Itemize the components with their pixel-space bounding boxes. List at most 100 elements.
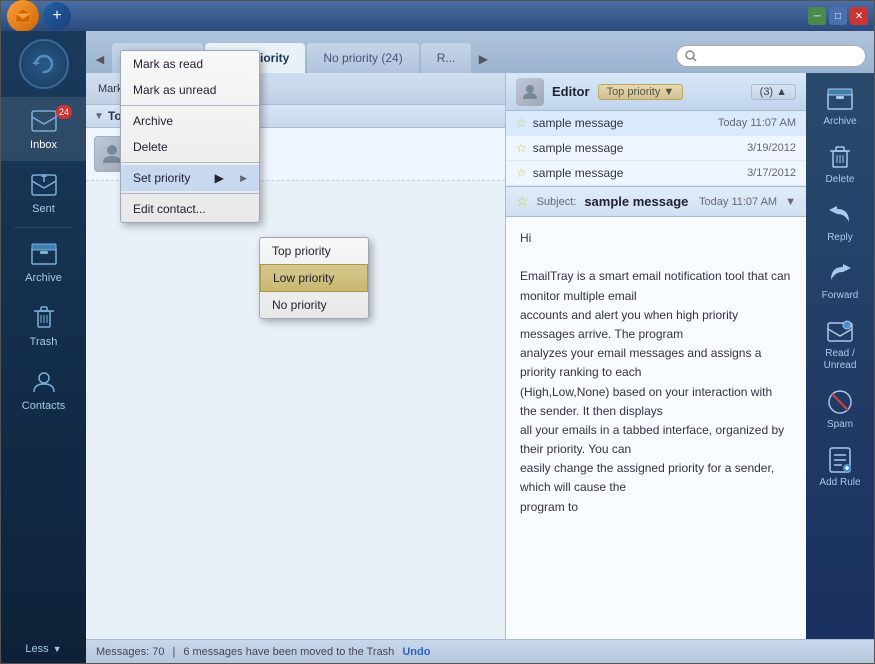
detail-header: Editor Top priority ▼ (3) ▲ [506,73,806,111]
action-read-unread-button[interactable]: Read /Unread [808,309,872,380]
title-bar: + ─ □ ✕ [1,1,874,31]
minimize-button[interactable]: ─ [808,7,826,25]
sidebar: Inbox 24 Sent [1,31,86,663]
priority-dropdown-icon: ▼ [663,86,674,98]
less-label: Less [25,643,48,655]
message-subject-1: sample message [533,141,741,155]
message-subject-2: sample message [533,166,741,180]
subject-star-icon[interactable]: ☆ [516,193,529,210]
sent-icon [30,171,58,199]
submenu-no-priority[interactable]: No priority [260,292,368,318]
subject-label: Subject: [537,196,577,208]
detail-sender-name: Editor [552,84,590,99]
context-set-priority[interactable]: Set priority ▶ Top priority Low priority [121,165,259,191]
action-read-unread-icon [826,317,854,345]
email-reading: ☆ Subject: sample message Today 11:07 AM… [506,187,806,639]
sidebar-item-trash[interactable]: Trash [1,294,86,358]
message-date-2: 3/17/2012 [747,167,796,179]
expand-icon[interactable]: ▼ [785,196,796,208]
action-reply-label: Reply [827,232,853,243]
context-archive[interactable]: Archive [121,108,259,134]
action-archive-label: Archive [823,116,856,127]
detail-avatar [516,78,544,106]
tab-no-priority[interactable]: No priority (24) [307,43,418,73]
inbox-label: Inbox [30,139,57,151]
inbox-icon [30,107,58,135]
submenu-low-priority[interactable]: Low priority [260,264,368,292]
action-reply-button[interactable]: Reply [808,193,872,251]
window-controls: ─ □ ✕ [808,7,868,25]
sidebar-less-button[interactable]: Less ▼ [1,635,86,663]
submenu-top-priority[interactable]: Top priority [260,238,368,264]
sidebar-item-sent[interactable]: Sent [1,161,86,225]
section-toggle-icon[interactable]: ▼ [94,111,104,122]
sidebar-divider-1 [14,227,74,228]
sidebar-item-inbox[interactable]: Inbox 24 [1,97,86,161]
message-date-0: Today 11:07 AM [718,117,796,129]
app-logo[interactable] [7,0,39,32]
action-spam-icon [826,388,854,416]
contacts-label: Contacts [22,400,65,412]
inbox-badge: 24 [56,105,72,119]
content-area: ◀ Top priority Low priority No priority … [86,31,874,663]
action-forward-icon [826,259,854,287]
star-icon-1[interactable]: ☆ [516,141,527,155]
status-messages-count: Messages: 70 [96,646,164,658]
status-undo-button[interactable]: Undo [402,646,430,658]
email-subject-bar: ☆ Subject: sample message Today 11:07 AM… [506,187,806,217]
maximize-button[interactable]: □ [829,7,847,25]
context-separator-3 [121,193,259,194]
context-menu: Mark as read Mark as unread Archive Dele… [120,73,260,223]
count-expand-icon: ▲ [776,86,787,98]
action-archive-icon [826,85,854,113]
action-add-rule-icon [826,446,854,474]
context-delete[interactable]: Delete [121,134,259,160]
email-detail-pane: Editor Top priority ▼ (3) ▲ ☆ [506,73,806,639]
email-subject-text: sample message [584,194,691,209]
tab-prev-button[interactable]: ◀ [90,45,110,73]
trash-icon [30,304,58,332]
action-archive-button[interactable]: Archive [808,77,872,135]
message-row-1[interactable]: ☆ sample message 3/19/2012 [506,136,806,161]
email-body: Hi EmailTray is a smart email notificati… [506,217,806,639]
search-input[interactable] [701,50,857,62]
close-button[interactable]: ✕ [850,7,868,25]
action-delete-icon [826,143,854,171]
archive-label: Archive [25,272,62,284]
action-spam-label: Spam [827,419,853,430]
pane-area: Mark all as read 📌 ▼ Today [86,73,874,639]
sidebar-item-contacts[interactable]: Contacts [1,358,86,422]
less-chevron-icon: ▼ [53,644,62,654]
archive-icon [30,240,58,268]
tab-next-button[interactable]: ▶ [473,45,493,73]
context-mark-unread[interactable]: Mark as unread [121,77,259,103]
add-button[interactable]: + [43,2,71,30]
action-delete-button[interactable]: Delete [808,135,872,193]
email-subject-date: Today 11:07 AM [699,196,777,208]
action-forward-button[interactable]: Forward [808,251,872,309]
email-body-paragraph-1: EmailTray is a smart email notification … [520,267,792,516]
message-date-1: 3/19/2012 [747,142,796,154]
sent-label: Sent [32,203,55,215]
detail-priority-badge[interactable]: Top priority ▼ [598,84,684,100]
window-frame: + ─ □ ✕ [0,0,875,664]
status-separator: | [172,646,175,658]
star-icon-0[interactable]: ☆ [516,116,527,130]
sidebar-item-archive[interactable]: Archive [1,230,86,294]
message-subject-0: sample message [533,116,712,130]
detail-count[interactable]: (3) ▲ [751,84,796,100]
action-spam-button[interactable]: Spam [808,380,872,438]
context-edit-contact[interactable]: Edit contact... [121,196,259,222]
tab-r[interactable]: R... [421,43,472,73]
search-box[interactable] [676,45,866,67]
refresh-button[interactable] [19,39,69,89]
context-separator-2 [121,162,259,163]
message-row-0[interactable]: ☆ sample message Today 11:07 AM [506,111,806,136]
action-sidebar: Archive [806,73,874,639]
action-add-rule-label: Add Rule [819,477,860,488]
email-body-text: Hi [520,229,792,248]
star-icon-2[interactable]: ☆ [516,166,527,180]
action-add-rule-button[interactable]: Add Rule [808,438,872,496]
message-row-2[interactable]: ☆ sample message 3/17/2012 [506,161,806,186]
action-delete-label: Delete [826,174,855,185]
